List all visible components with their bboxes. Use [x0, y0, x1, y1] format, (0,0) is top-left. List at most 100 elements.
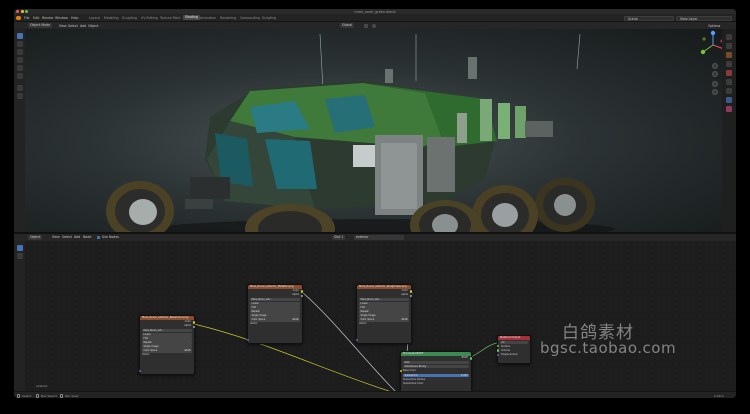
subsurface-method-dropdown[interactable]: Christensen-Burley: [403, 364, 469, 369]
viewport-menu-add[interactable]: Add: [80, 24, 86, 28]
node-menu-view[interactable]: View: [52, 235, 60, 239]
socket-vector[interactable]: [138, 370, 142, 373]
transform-orientation-dropdown[interactable]: Global: [340, 23, 355, 28]
camera-view-icon[interactable]: [712, 81, 718, 87]
measure-tool-icon[interactable]: [16, 93, 23, 99]
node-select-tool-icon[interactable]: [16, 244, 23, 251]
blender-logo-icon[interactable]: [16, 15, 21, 21]
move-tool-icon[interactable]: [16, 49, 23, 55]
socket-color[interactable]: [192, 321, 196, 324]
cursor-tool-icon[interactable]: [16, 41, 23, 47]
interpolation-dropdown[interactable]: Linear: [142, 332, 192, 337]
subsurface-slider[interactable]: Subsurface 0.000: [403, 373, 469, 378]
menu-render[interactable]: Render: [42, 16, 54, 20]
interpolation-dropdown[interactable]: Linear: [250, 301, 300, 306]
node-header[interactable]: Material Output: [498, 335, 530, 340]
object-mode-dropdown[interactable]: Object Mode: [28, 23, 53, 28]
menu-help[interactable]: Help: [71, 16, 79, 20]
options-dropdown[interactable]: Options: [708, 24, 720, 28]
principled-bsdf-node[interactable]: Principled BSDF BSDF GGX Christensen-Bur…: [399, 350, 473, 391]
material-props-icon[interactable]: [726, 106, 732, 112]
shader-type-dropdown[interactable]: Object: [28, 234, 43, 240]
socket-alpha[interactable]: [409, 294, 413, 297]
scene-selector[interactable]: Scene: [624, 15, 674, 21]
socket-volume[interactable]: [496, 349, 500, 352]
socket-color[interactable]: [409, 290, 413, 293]
tab-scripting[interactable]: Scripting: [262, 16, 276, 20]
tab-uv-editing[interactable]: UV Editing: [141, 16, 158, 20]
world-props-icon[interactable]: [726, 79, 732, 85]
node-annotate-tool-icon[interactable]: [16, 252, 23, 259]
socket-bsdf[interactable]: [469, 357, 473, 360]
view-layer-props-icon[interactable]: [726, 61, 732, 67]
projection-dropdown[interactable]: Flat: [142, 337, 192, 341]
projection-dropdown[interactable]: Flat: [359, 306, 409, 310]
perspective-grid-icon[interactable]: [712, 89, 718, 95]
scene-props-icon[interactable]: [726, 70, 732, 76]
image-texture-node-basecolor[interactable]: Mars_Rover_exterior_BaseColor.png Color …: [138, 314, 196, 375]
tab-rendering[interactable]: Rendering: [220, 16, 236, 20]
pan-hand-icon[interactable]: [712, 71, 718, 77]
color-space-dropdown[interactable]: Color Space sRGB: [359, 318, 409, 322]
render-props-icon[interactable]: [726, 43, 732, 49]
socket-color[interactable]: [300, 290, 304, 293]
node-menu-node[interactable]: Node: [83, 235, 91, 239]
rotate-tool-icon[interactable]: [16, 57, 23, 63]
tab-shading[interactable]: Shading: [183, 15, 200, 21]
menu-window[interactable]: Window: [55, 16, 68, 20]
use-nodes-checkbox[interactable]: [97, 235, 100, 239]
tab-compositing[interactable]: Compositing: [240, 16, 260, 20]
socket-vector[interactable]: [355, 339, 359, 342]
transform-tool-icon[interactable]: [16, 73, 23, 79]
image-texture-node-roughness[interactable]: Mars_Rover_exterior_Roughness.png Color …: [355, 283, 413, 344]
viewport-menu-object[interactable]: Object: [88, 24, 98, 28]
modifier-props-icon[interactable]: [726, 97, 732, 103]
color-space-dropdown[interactable]: Color Space sRGB: [142, 349, 192, 353]
annotate-tool-icon[interactable]: [16, 85, 23, 91]
proportional-edit-icon[interactable]: [372, 23, 376, 28]
zoom-icon[interactable]: [712, 63, 718, 69]
material-output-node[interactable]: Material Output All Surface Volume Displ…: [496, 334, 531, 364]
source-dropdown[interactable]: Single Image: [142, 345, 192, 349]
image-selector[interactable]: Mars_Rover_ext...: [359, 297, 409, 302]
select-tool-icon[interactable]: [16, 33, 23, 39]
scale-tool-icon[interactable]: [16, 65, 23, 71]
target-dropdown[interactable]: All: [500, 340, 528, 345]
socket-displacement[interactable]: [496, 353, 500, 356]
viewport-menu-view[interactable]: View: [59, 24, 67, 28]
tab-sculpting[interactable]: Sculpting: [122, 16, 137, 20]
source-dropdown[interactable]: Single Image: [359, 314, 409, 318]
interpolation-dropdown[interactable]: Linear: [359, 301, 409, 306]
node-editor-canvas[interactable]: Mars_Rover_exterior_BaseColor.png Color …: [25, 240, 736, 391]
navigation-gizmo[interactable]: [698, 30, 722, 60]
extension-dropdown[interactable]: Repeat: [250, 310, 300, 314]
extension-dropdown[interactable]: Repeat: [142, 341, 192, 345]
node-menu-select[interactable]: Select: [62, 235, 72, 239]
view-layer-selector[interactable]: View Layer: [676, 15, 732, 21]
tab-modeling[interactable]: Modeling: [104, 16, 119, 20]
socket-alpha[interactable]: [300, 294, 304, 297]
viewport-menu-select[interactable]: Select: [68, 24, 78, 28]
menu-file[interactable]: File: [24, 16, 30, 20]
color-space-dropdown[interactable]: Color Space sRGB: [250, 318, 300, 322]
snap-icon[interactable]: [364, 23, 368, 28]
tab-texture-paint[interactable]: Texture Paint: [160, 16, 181, 20]
source-dropdown[interactable]: Single Image: [250, 314, 300, 318]
projection-dropdown[interactable]: Flat: [250, 306, 300, 310]
tab-layout[interactable]: Layout: [89, 16, 100, 20]
image-selector[interactable]: Mars_Rover_ext...: [250, 297, 300, 302]
socket-vector[interactable]: [246, 339, 250, 342]
node-menu-add[interactable]: Add: [74, 235, 80, 239]
extension-dropdown[interactable]: Repeat: [359, 310, 409, 314]
image-texture-node-metallic[interactable]: Mars_Rover_exterior_Metallic.png Color A…: [246, 283, 304, 344]
material-slot-dropdown[interactable]: Slot 1: [332, 234, 346, 240]
3d-viewport[interactable]: [25, 29, 722, 232]
tool-props-icon[interactable]: [726, 34, 732, 40]
distribution-dropdown[interactable]: GGX: [403, 360, 469, 365]
tab-animation[interactable]: Animation: [200, 16, 216, 20]
socket-alpha[interactable]: [192, 325, 196, 328]
material-selector[interactable]: exterior: [354, 234, 404, 240]
image-selector[interactable]: Mars_Rover_ext...: [142, 328, 192, 333]
output-props-icon[interactable]: [726, 52, 732, 58]
menu-edit[interactable]: Edit: [33, 16, 39, 20]
